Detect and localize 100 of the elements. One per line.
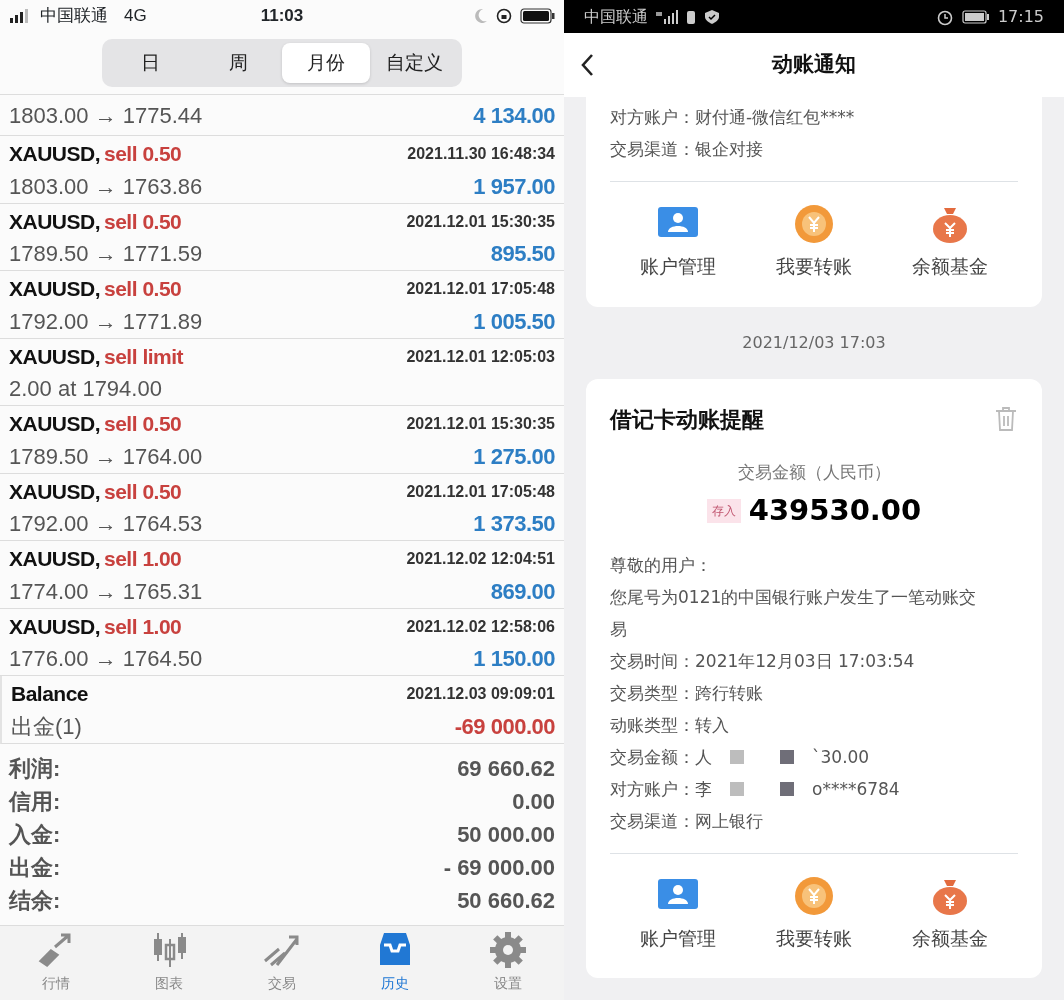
- deal-action: sell 0.50: [104, 276, 182, 303]
- deal-time: 2021.12.02 12:04:51: [406, 549, 555, 570]
- carrier-name: 中国联通: [584, 5, 648, 28]
- profit-amount: 1 150.00: [473, 645, 555, 674]
- profit-amount: 1 005.50: [473, 307, 555, 336]
- price-change: 1774.00 → 1765.31: [9, 577, 203, 606]
- clock-time: 11:03: [260, 5, 304, 28]
- action-button[interactable]: 余额基金: [882, 198, 1018, 291]
- summary-label: 信用:: [9, 787, 61, 816]
- amount-value: 439530.00: [748, 492, 922, 529]
- detail-label: 交易渠道：: [610, 809, 695, 833]
- summary-label: 出金:: [9, 853, 61, 882]
- profit-amount: 869.00: [490, 577, 555, 606]
- detail-label: 动账类型：: [610, 713, 695, 737]
- settings-icon: [488, 931, 527, 970]
- detail-value: 银企对接: [695, 138, 763, 161]
- profit-amount: 1 957.00: [473, 172, 555, 201]
- greeting-text: 尊敬的用户：: [610, 553, 713, 577]
- summary-value: 50 660.62: [457, 886, 555, 915]
- detail-value: 跨行转账: [695, 681, 763, 705]
- detail-value: 人: [695, 745, 712, 769]
- detail-value: 财付通-微信红包****: [695, 106, 855, 129]
- deal-symbol: XAUUSD,: [9, 478, 100, 505]
- action-button[interactable]: 账户管理: [610, 869, 746, 962]
- deal-time: 2021.12.01 17:05:48: [406, 481, 555, 502]
- clock-time: 17:15: [997, 5, 1044, 28]
- detail-label: 对方账户：: [610, 777, 695, 801]
- deal-action: sell 0.50: [104, 208, 182, 235]
- signal-icon: [656, 9, 678, 24]
- profit-amount: 895.50: [490, 240, 555, 269]
- deal-action: sell 0.50: [104, 141, 182, 168]
- profit-amount: 1 373.50: [473, 510, 555, 539]
- detail-label: 交易时间：: [610, 649, 695, 673]
- period-tab[interactable]: 日: [106, 42, 194, 83]
- shield-icon: [704, 8, 720, 25]
- price-change: 1803.00 → 1763.86: [9, 172, 203, 201]
- summary-label: 利润:: [9, 754, 61, 783]
- price-change: 出金(1): [11, 712, 82, 741]
- deal-symbol: Balance: [11, 681, 89, 708]
- action-button[interactable]: 余额基金: [882, 869, 1018, 962]
- deal-action: sell 0.50: [104, 411, 182, 438]
- deal-symbol: XAUUSD,: [9, 343, 100, 370]
- profit-amount: 1 275.00: [473, 442, 555, 471]
- price-change: 1776.00 → 1764.50: [9, 645, 203, 674]
- deal-action: sell 1.00: [104, 546, 182, 573]
- back-icon: [580, 53, 594, 78]
- card-title: 借记卡动账提醒: [610, 405, 764, 434]
- trash-icon: [994, 406, 1018, 432]
- price-change: 1789.50 → 1771.59: [9, 240, 203, 269]
- summary-value: 50 000.00: [457, 820, 555, 849]
- profit-amount: -69 000.00: [454, 712, 555, 741]
- nav-tab[interactable]: 历史: [344, 930, 445, 996]
- transfer-icon: [793, 204, 835, 244]
- deal-time: 2021.12.01 15:30:35: [406, 211, 555, 232]
- detail-label: 对方账户：: [610, 106, 695, 129]
- date-separator: 2021/12/03 17:03: [741, 331, 887, 354]
- deal-time: 2021.11.30 16:48:34: [407, 144, 555, 165]
- deal-symbol: XAUUSD,: [9, 546, 100, 573]
- summary-value: - 69 000.00: [443, 853, 555, 882]
- amount-caption: 交易金额（人民币）: [736, 460, 892, 484]
- summary-value: 0.00: [512, 787, 555, 816]
- network-type: 4G: [124, 5, 147, 28]
- carrier-name: 中国联通: [40, 5, 108, 28]
- action-button[interactable]: 我要转账: [746, 198, 882, 291]
- blur-patch: [730, 749, 744, 764]
- period-tab[interactable]: 自定义: [370, 42, 458, 83]
- deal-action: sell 0.50: [104, 478, 182, 505]
- deal-time: 2021.12.03 09:09:01: [406, 684, 555, 705]
- price-change: 1792.00 → 1771.89: [9, 307, 203, 336]
- deal-action: sell 1.00: [104, 613, 182, 640]
- deal-time: 2021.12.02 12:58:06: [406, 616, 555, 637]
- detail-value: 李: [695, 777, 712, 801]
- battery-icon: [961, 9, 990, 24]
- battery-icon: [520, 7, 556, 24]
- action-button[interactable]: 我要转账: [746, 869, 882, 962]
- deal-symbol: XAUUSD,: [9, 411, 100, 438]
- deal-time: 2021.12.01 17:05:48: [406, 279, 555, 300]
- back-button[interactable]: [580, 52, 594, 78]
- deal-action: sell limit: [104, 343, 184, 370]
- price-change: 2.00 at 1794.00: [9, 375, 162, 404]
- blur-patch: [780, 781, 794, 796]
- deal-time: 2021.12.01 15:30:35: [406, 414, 555, 435]
- notification-icon: [686, 8, 696, 25]
- page-title: 动账通知: [772, 51, 856, 79]
- moon-icon: [474, 7, 488, 24]
- deal-symbol: XAUUSD,: [9, 141, 100, 168]
- detail-label: 交易金额：: [610, 745, 695, 769]
- summary-label: 结余:: [9, 886, 61, 915]
- period-tab[interactable]: 月份: [282, 42, 370, 83]
- deal-symbol: XAUUSD,: [9, 276, 100, 303]
- profit-amount: 4 134.00: [473, 101, 555, 130]
- rotation-lock-icon: [496, 7, 512, 24]
- price-change: 1792.00 → 1764.53: [9, 510, 203, 539]
- summary-value: 69 660.62: [457, 754, 555, 783]
- detail-value: 转入: [695, 713, 729, 737]
- action-button[interactable]: 账户管理: [610, 198, 746, 291]
- deal-time: 2021.12.01 12:05:03: [406, 346, 555, 367]
- deposit-tag: 存入: [706, 498, 741, 523]
- detail-value: 2021年12月03日 17:03:54: [695, 649, 915, 673]
- period-tab[interactable]: 周: [194, 42, 282, 83]
